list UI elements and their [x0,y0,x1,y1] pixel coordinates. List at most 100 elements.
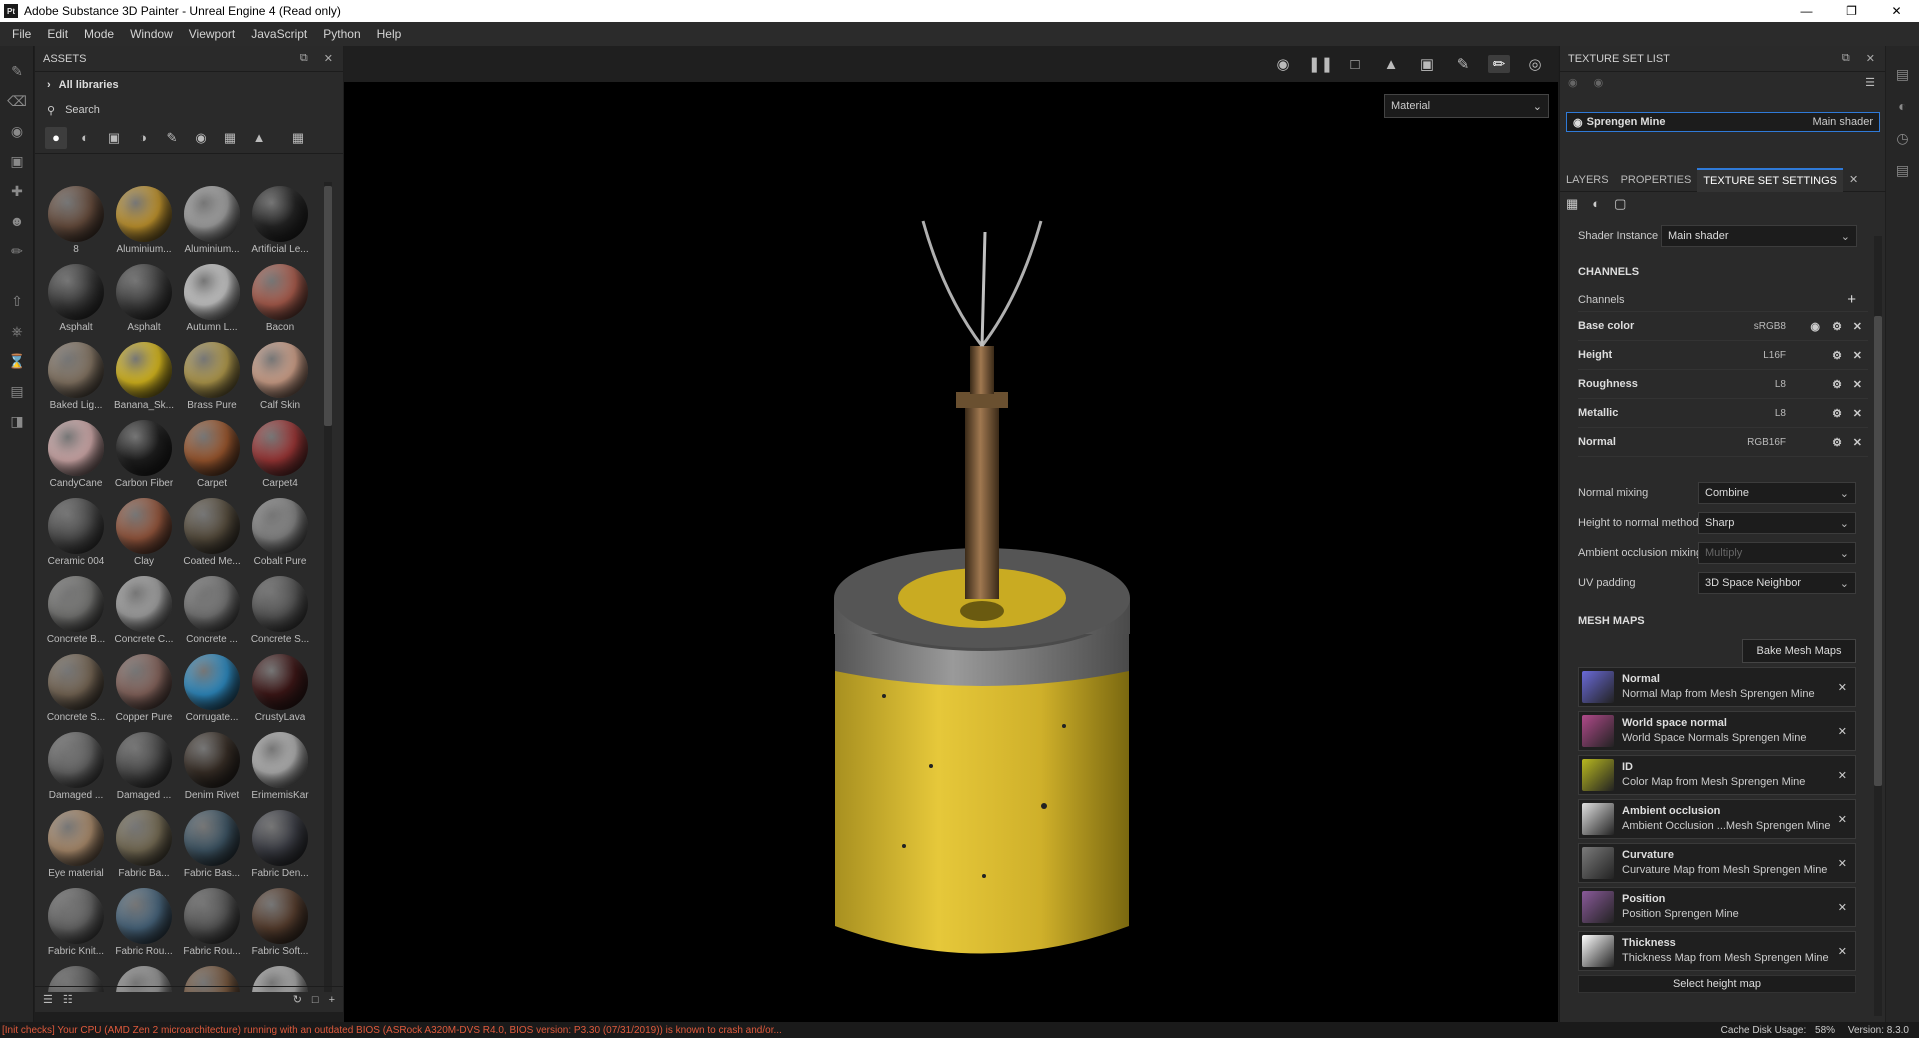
option-select[interactable]: Sharp ⌄ [1698,512,1856,534]
asset-item[interactable]: Clay [110,494,178,572]
asset-item[interactable]: Fabric Rou... [178,884,246,962]
channel-format[interactable]: L8 [1775,408,1786,419]
asset-item[interactable]: Brass Pure [178,338,246,416]
asset-item[interactable]: Fabric Soft... [246,884,314,962]
asset-item[interactable]: Concrete ... [178,572,246,650]
color-profile-icon[interactable]: ◉ [1810,320,1820,333]
asset-item[interactable]: Damaged ... [110,728,178,806]
bake-mesh-maps-button[interactable]: Bake Mesh Maps [1742,639,1856,663]
history-icon[interactable]: ◷ [1886,122,1919,154]
eye-closed-icon[interactable]: ◉ [1568,76,1578,89]
remove-icon[interactable]: ✕ [1838,725,1847,738]
brushes-filter-icon[interactable]: ✎ [161,127,183,149]
mesh-map-item[interactable]: ID Color Map from Mesh Sprengen Mine ✕ [1578,755,1856,795]
asset-item[interactable]: Asphalt [110,260,178,338]
minimize-icon[interactable]: — [1784,0,1829,22]
shader-settings-icon[interactable]: ◐ [1592,196,1600,212]
asset-item[interactable]: Fabric Knit... [42,884,110,962]
refresh-icon[interactable]: ↻ [293,993,302,1006]
shader-instance-select[interactable]: Main shader ⌄ [1661,225,1857,247]
masks-filter-icon[interactable]: ▣ [103,127,125,149]
remove-icon[interactable]: ✕ [1838,857,1847,870]
clone-stamp-icon[interactable]: ☻ [0,206,34,236]
undock-icon[interactable]: ⧉ [300,52,308,65]
asset-item[interactable]: Calf Skin [246,338,314,416]
close-icon[interactable]: ✕ [1853,378,1862,391]
materials-filter-icon[interactable]: ● [45,126,67,149]
asset-item[interactable]: Concrete C... [110,572,178,650]
asset-item[interactable]: Artificial Le... [246,182,314,260]
close-icon[interactable]: ✕ [1874,0,1919,22]
texture-set-list-icon[interactable]: ▤ [1886,58,1919,90]
tab-properties[interactable]: PROPERTIES [1615,168,1698,192]
eraser-icon[interactable]: ⌫ [0,86,34,116]
filter-list-icon[interactable]: ☷ [63,993,73,1006]
asset-item[interactable]: Coated Me... [178,494,246,572]
smudge-icon[interactable]: ✚ [0,176,34,206]
init-check-warning[interactable]: [Init checks] Your CPU (AMD Zen 2 microa… [0,1025,782,1036]
tab-layers[interactable]: LAYERS [1560,168,1615,192]
asset-item[interactable]: Aluminium... [110,182,178,260]
asset-item[interactable]: Fabric Bas... [178,806,246,884]
gear-icon[interactable]: ⚙ [1832,436,1842,449]
channel-row[interactable]: Base color sRGB8 ◉ ⚙ ✕ [1578,312,1868,341]
menu-javascript[interactable]: JavaScript [243,27,315,41]
asset-item[interactable]: Carpet4 [246,416,314,494]
viewport[interactable]: ◉ ❚❚ □ ▲ ▣ ✎ ✏ ◎ Material ⌄ [344,46,1840,1022]
asset-item[interactable]: Copper Pure [110,650,178,728]
display-settings-icon[interactable]: ▤ [0,376,34,406]
gear-icon[interactable]: ⚙ [1832,378,1842,391]
remove-icon[interactable]: ✕ [1838,681,1847,694]
menu-window[interactable]: Window [122,27,181,41]
asset-item[interactable]: Fabric Den... [246,806,314,884]
close-panel-icon[interactable]: ✕ [1866,52,1875,65]
shader-icon[interactable]: ◨ [0,406,34,436]
close-icon[interactable]: ✕ [1853,407,1862,420]
asset-item[interactable]: ErimemisKar [246,728,314,806]
asset-item[interactable]: Autumn L... [178,260,246,338]
channel-row[interactable]: Height L16F ⚙ ✕ [1578,341,1868,370]
asset-item[interactable]: Asphalt [42,260,110,338]
mesh-map-item[interactable]: Thickness Thickness Map from Mesh Sprenge… [1578,931,1856,971]
menu-python[interactable]: Python [315,27,368,41]
undock-icon[interactable]: ⧉ [1842,52,1850,65]
add-icon[interactable]: + [329,994,335,1006]
menu-icon[interactable]: ☰ [1865,76,1875,89]
gear-icon[interactable]: ⚙ [1832,320,1842,333]
eye-icon[interactable]: ◉ [1573,116,1583,129]
mesh-map-item[interactable]: Curvature Curvature Map from Mesh Sprenge… [1578,843,1856,883]
asset-item[interactable]: 8 [42,182,110,260]
asset-item[interactable]: Bacon [246,260,314,338]
asset-item[interactable]: Aluminium... [178,182,246,260]
mesh-map-item[interactable]: Ambient occlusion Ambient Occlusion ...Me… [1578,799,1856,839]
channel-format[interactable]: L16F [1763,350,1786,361]
folder-icon[interactable]: □ [312,994,319,1006]
color-picker-icon[interactable]: ✏ [0,236,34,266]
asset-item[interactable]: Denim Rivet [178,728,246,806]
remove-icon[interactable]: ✕ [1838,901,1847,914]
channel-format[interactable]: RGB16F [1747,437,1786,448]
asset-item[interactable]: Corrugate... [178,650,246,728]
uv-settings-icon[interactable]: ▢ [1614,196,1626,212]
menu-help[interactable]: Help [369,27,410,41]
channel-format[interactable]: L8 [1775,379,1786,390]
gear-icon[interactable]: ⚙ [1832,407,1842,420]
geometry-mask-icon[interactable]: ▣ [0,146,34,176]
asset-item[interactable]: Baked Lig... [42,338,110,416]
menu-mode[interactable]: Mode [76,27,122,41]
asset-item[interactable]: Fabric Rou... [110,884,178,962]
alphas-filter-icon[interactable]: ◉ [190,127,212,149]
close-icon[interactable]: ✕ [1853,436,1862,449]
tab-texture-set-settings[interactable]: TEXTURE SET SETTINGS [1697,167,1843,192]
list-view-icon[interactable]: ☰ [43,993,53,1006]
channel-format[interactable]: sRGB8 [1754,321,1786,332]
grid-view-icon[interactable]: ▦ [287,127,309,149]
option-select[interactable]: Combine ⌄ [1698,482,1856,504]
projection-icon[interactable]: ◉ [0,116,34,146]
search-input[interactable]: ⚲ Search [35,98,343,122]
menu-edit[interactable]: Edit [39,27,76,41]
asset-item[interactable]: Concrete B... [42,572,110,650]
shader-settings-strip-icon[interactable]: ◐ [1886,90,1919,122]
asset-item[interactable]: Banana_Sk... [110,338,178,416]
asset-item[interactable]: CrustyLava [246,650,314,728]
